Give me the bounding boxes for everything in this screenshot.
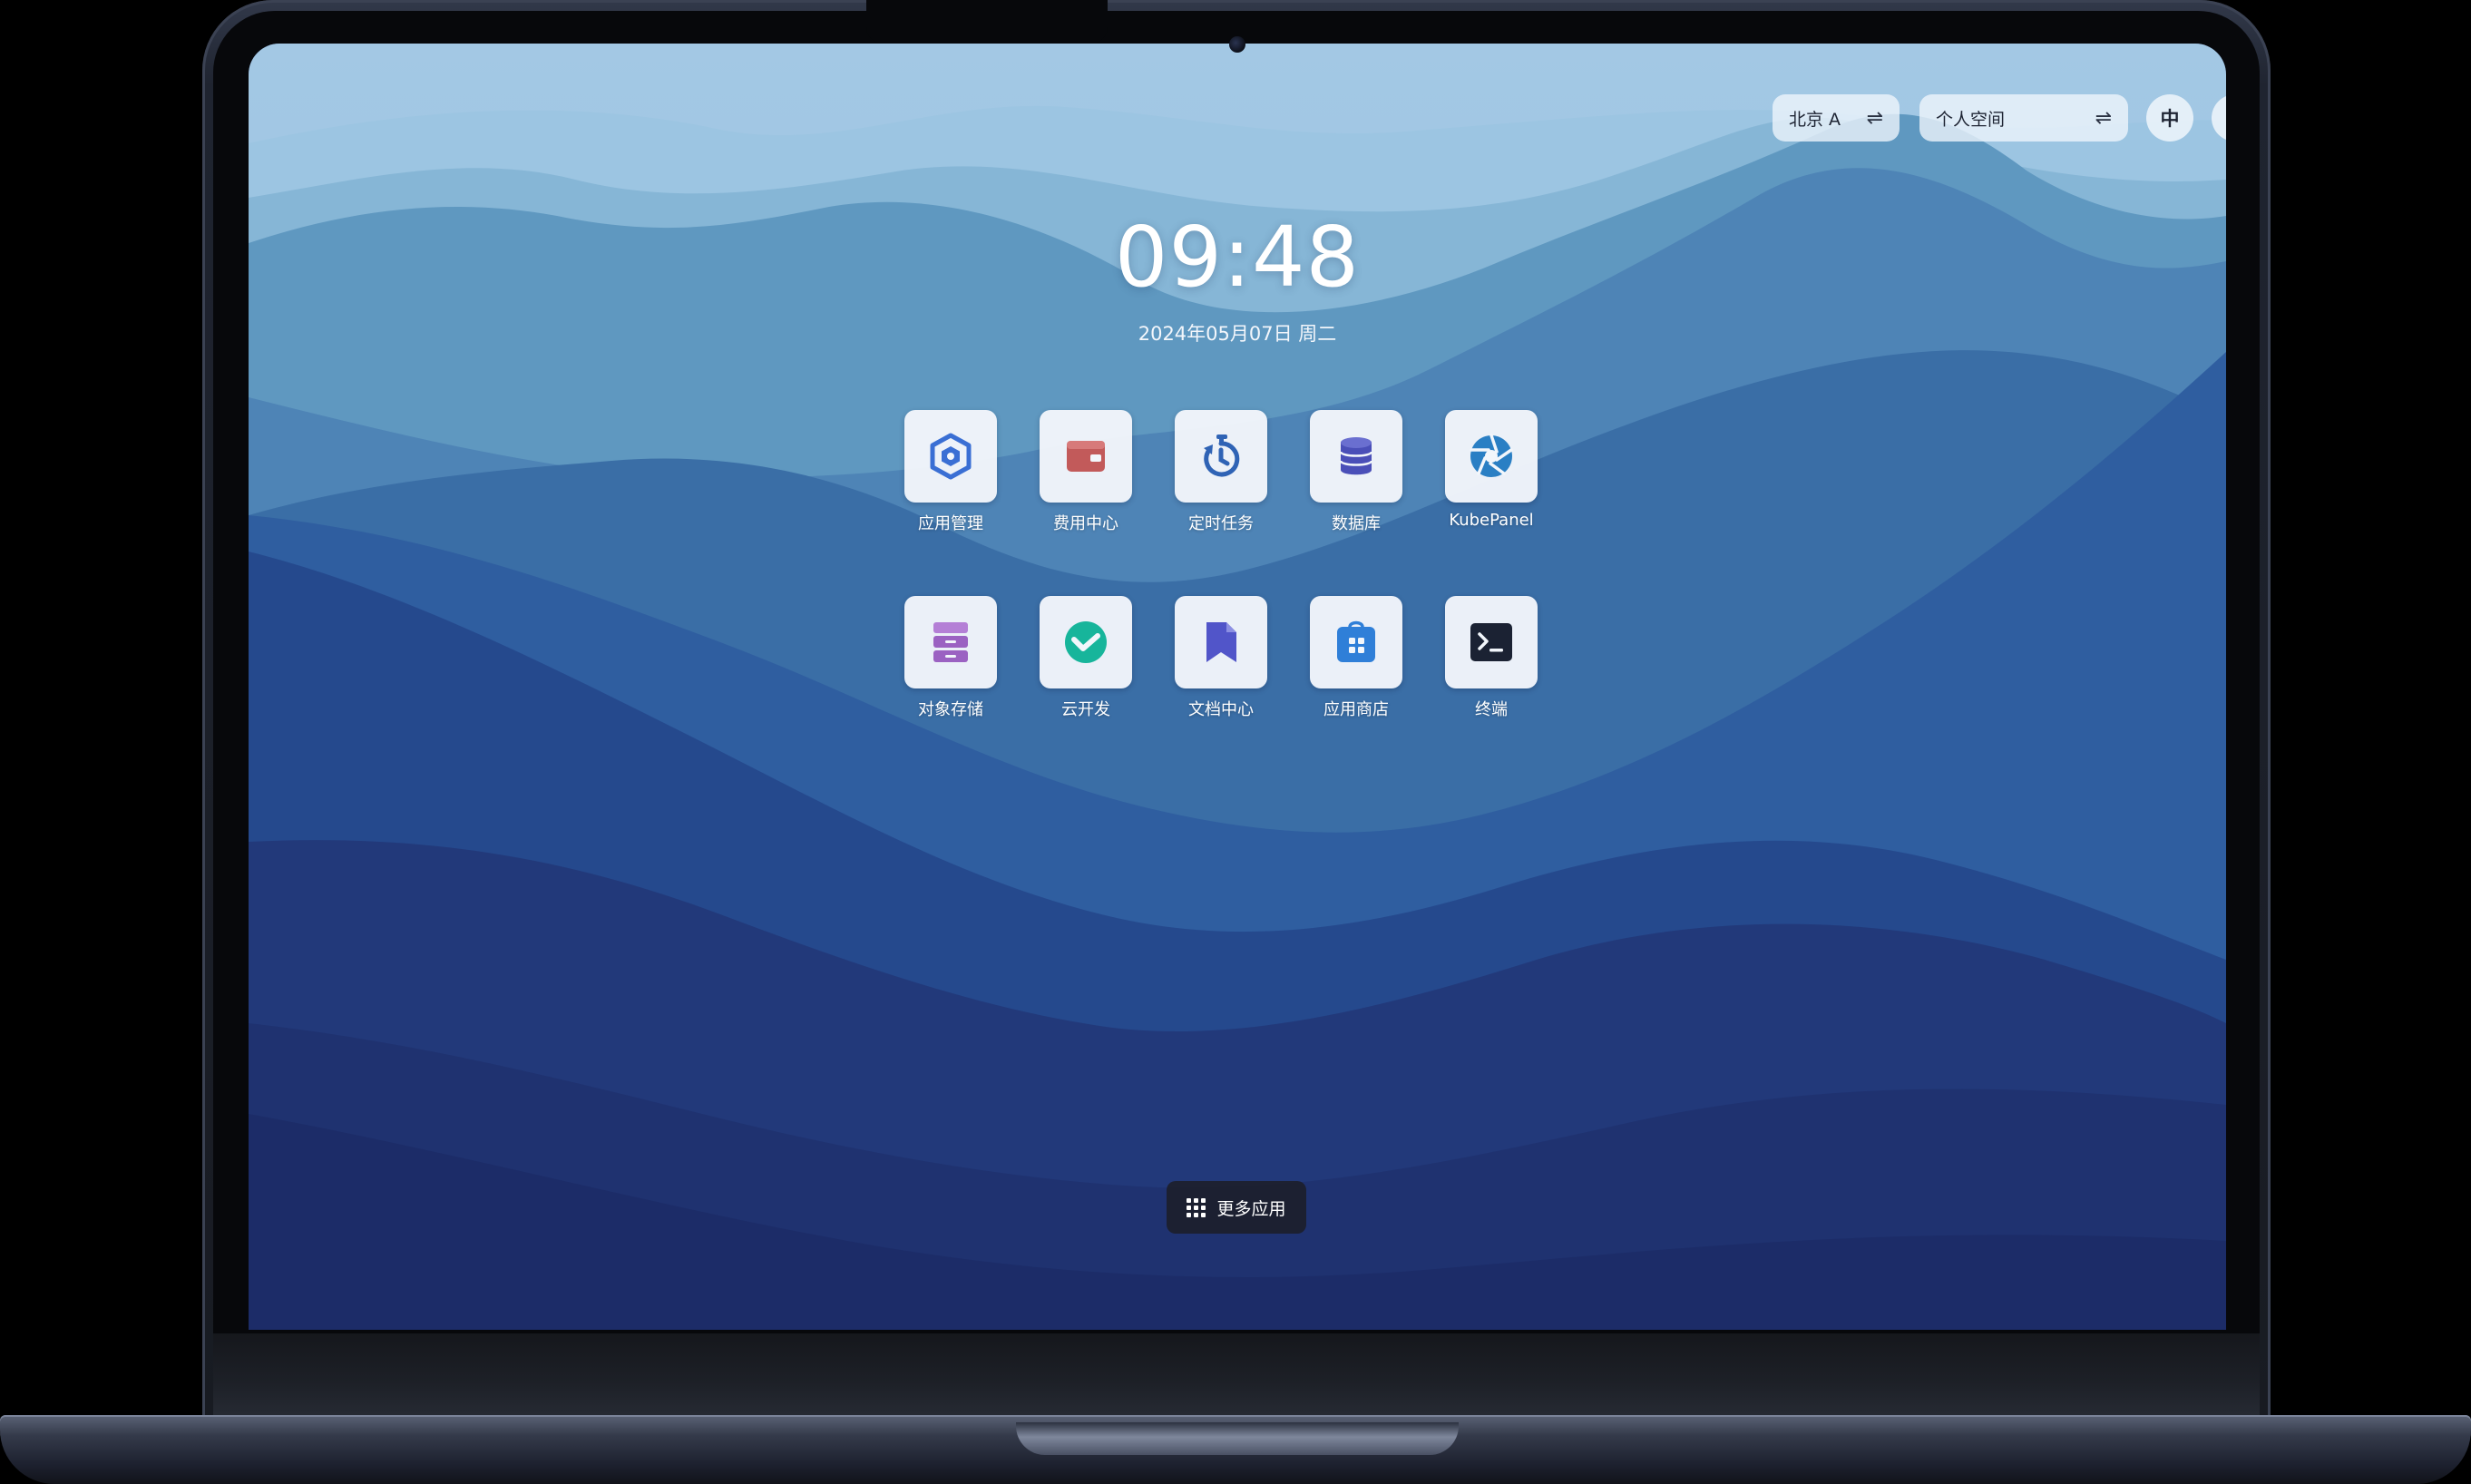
app-launcher-cron-jobs[interactable]: 定时任务	[1174, 410, 1268, 534]
grid-icon	[1187, 1197, 1206, 1217]
app-label: 应用管理	[918, 514, 983, 533]
trackpad-notch	[1016, 1422, 1459, 1455]
app-launcher-cloud-dev[interactable]: 云开发	[1039, 596, 1133, 720]
swap-icon: ⇌	[2095, 106, 2112, 130]
database-icon	[1339, 437, 1373, 475]
app-launcher-app-store[interactable]: 应用商店	[1309, 596, 1403, 720]
aperture-icon	[1470, 434, 1513, 477]
stopwatch-icon	[1204, 434, 1240, 477]
terminal-icon	[1470, 623, 1512, 661]
app-tile[interactable]	[1040, 596, 1132, 688]
app-tile[interactable]	[1175, 596, 1267, 688]
app-label: 云开发	[1061, 700, 1110, 719]
cloud-dev-icon	[1065, 621, 1107, 663]
app-store-icon	[1337, 620, 1375, 662]
app-label: 费用中心	[1053, 514, 1118, 533]
more-apps-label: 更多应用	[1216, 1198, 1286, 1219]
app-launcher-docs[interactable]: 文档中心	[1174, 596, 1268, 720]
workspace-label: 个人空间	[1936, 109, 2006, 130]
app-label: 应用商店	[1323, 700, 1389, 719]
app-label: 终端	[1475, 700, 1508, 719]
app-launcher-billing[interactable]: 费用中心	[1039, 410, 1133, 534]
wallet-icon	[1067, 441, 1105, 472]
app-tile[interactable]	[1175, 410, 1267, 503]
camera-icon	[1229, 36, 1245, 53]
app-tile[interactable]	[1445, 410, 1538, 503]
app-tile[interactable]	[1040, 410, 1132, 503]
app-launcher-kubepanel[interactable]: KubePanel	[1444, 410, 1538, 534]
app-tile[interactable]	[1310, 596, 1402, 688]
app-tile[interactable]	[904, 596, 997, 688]
app-manage-icon	[930, 433, 972, 480]
app-label: 数据库	[1332, 514, 1381, 533]
document-icon	[1206, 622, 1236, 662]
language-toggle-button[interactable]: 中	[2146, 94, 2193, 142]
app-launcher-object-storage[interactable]: 对象存储	[903, 596, 998, 720]
swap-icon: ⇌	[1866, 106, 1883, 130]
clock-date: 2024年05月07日 周二	[1138, 323, 1337, 345]
app-grid: 应用管理 费用中心 定时任务 数据库 KubePanel 对象存储 云开发 文档…	[903, 410, 1586, 720]
app-label: 文档中心	[1188, 700, 1254, 719]
clock-time: 09:48	[1114, 209, 1361, 306]
workspace-switcher[interactable]: 个人空间 ⇌	[1919, 94, 2128, 142]
app-label: KubePanel	[1449, 511, 1534, 530]
screen-chin	[213, 1333, 2260, 1415]
app-launcher-app-manage[interactable]: 应用管理	[903, 410, 998, 534]
storage-cabinet-icon	[933, 622, 968, 662]
app-tile[interactable]	[1310, 410, 1402, 503]
desktop-screen: 北京 A ⇌ 个人空间 ⇌ 中 09:48 2024年05月07日 周二 应用管…	[249, 44, 2226, 1330]
app-launcher-terminal[interactable]: 终端	[1444, 596, 1538, 720]
region-switcher[interactable]: 北京 A ⇌	[1773, 94, 1900, 142]
app-tile[interactable]	[904, 410, 997, 503]
app-label: 对象存储	[918, 700, 983, 719]
region-label: 北京 A	[1789, 109, 1841, 130]
app-launcher-database[interactable]: 数据库	[1309, 410, 1403, 534]
app-tile[interactable]	[1445, 596, 1538, 688]
laptop-mockup: 北京 A ⇌ 个人空间 ⇌ 中 09:48 2024年05月07日 周二 应用管…	[0, 0, 2471, 1484]
more-apps-button[interactable]: 更多应用	[1167, 1181, 1306, 1234]
app-label: 定时任务	[1188, 514, 1254, 533]
camera-notch	[866, 0, 1108, 44]
